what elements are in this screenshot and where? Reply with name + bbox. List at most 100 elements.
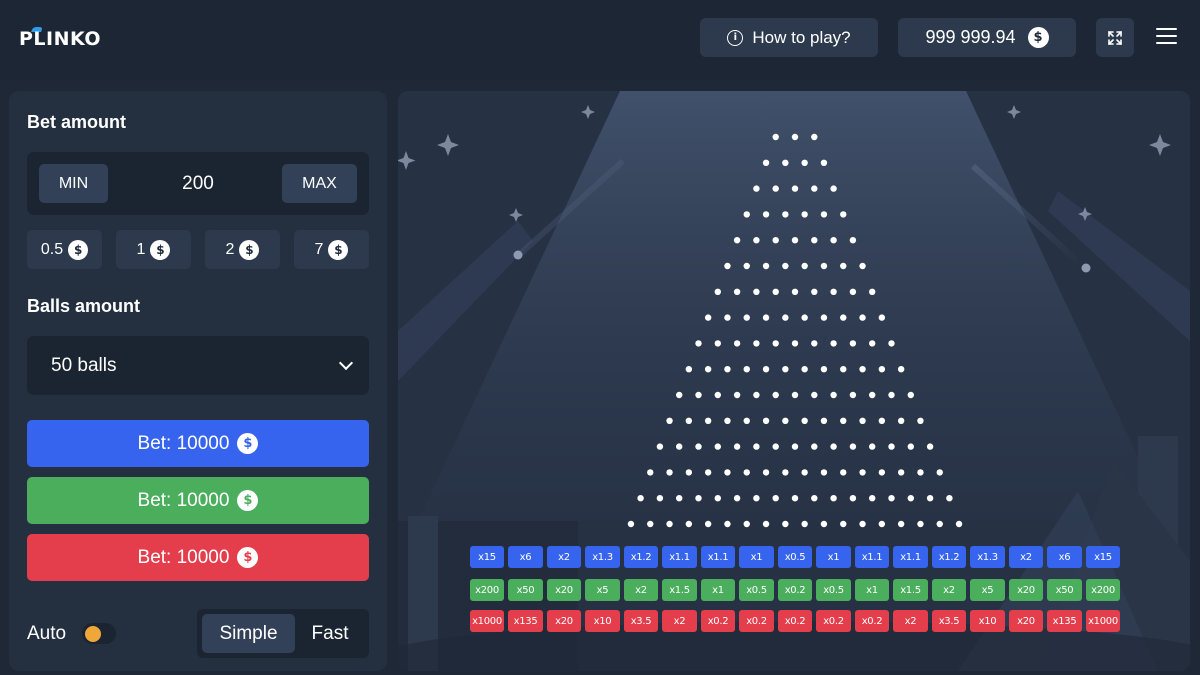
auto-label: Auto xyxy=(27,623,67,644)
peg xyxy=(656,495,664,502)
peg xyxy=(859,469,866,476)
peg xyxy=(811,391,818,399)
multiplier-slot-green: x20 xyxy=(546,579,582,601)
multiplier-slot-green: x1 xyxy=(700,579,736,601)
peg xyxy=(859,417,866,424)
peg xyxy=(733,495,741,502)
peg xyxy=(859,314,866,321)
coin-icon: $ xyxy=(68,239,89,260)
peg xyxy=(888,495,895,502)
peg xyxy=(762,314,770,321)
bet-amount-input[interactable] xyxy=(137,164,259,203)
multiplier-slot-red: x2 xyxy=(662,610,697,632)
chip-button-1[interactable]: 1 $ xyxy=(116,230,191,269)
peg xyxy=(724,366,731,373)
peg xyxy=(878,314,886,321)
peg xyxy=(782,159,789,166)
peg xyxy=(676,443,683,450)
bet-amount-control: MIN MAX xyxy=(27,152,369,215)
peg xyxy=(762,469,770,476)
peg xyxy=(733,391,741,399)
peg xyxy=(791,495,799,502)
peg xyxy=(714,443,721,450)
peg xyxy=(762,366,770,373)
bet-green-button[interactable]: Bet: 10000 $ xyxy=(27,477,369,524)
peg xyxy=(724,520,731,528)
multiplier-slot-blue: x1.1 xyxy=(662,546,697,568)
how-to-play-button[interactable]: i How to play? xyxy=(700,18,878,57)
multiplier-slot-green: x20 xyxy=(1008,579,1044,601)
chip-value: 1 xyxy=(136,240,146,258)
multiplier-slot-blue: x1.1 xyxy=(854,546,890,568)
mode-simple-option[interactable]: Simple xyxy=(202,614,295,653)
multiplier-slot-green: x0.5 xyxy=(816,579,851,601)
chip-button-3[interactable]: 7 $ xyxy=(294,230,369,269)
max-button[interactable]: MAX xyxy=(282,164,357,203)
fullscreen-button[interactable] xyxy=(1096,18,1134,57)
peg xyxy=(753,340,760,347)
peg xyxy=(695,443,702,450)
mode-fast-option[interactable]: Fast xyxy=(295,614,365,653)
peg xyxy=(782,417,789,424)
peg xyxy=(811,495,818,502)
peg xyxy=(762,520,770,528)
multiplier-slot-blue: x1.3 xyxy=(970,546,1005,568)
balls-amount-select[interactable]: 50 balls xyxy=(27,336,369,395)
multiplier-slot-green: x5 xyxy=(585,579,620,601)
multiplier-slot-red: x135 xyxy=(508,610,543,632)
chip-value: 7 xyxy=(314,240,324,258)
peg xyxy=(733,288,741,295)
peg xyxy=(849,391,857,399)
peg xyxy=(830,185,837,192)
peg xyxy=(897,520,905,528)
peg xyxy=(878,469,886,476)
auto-toggle[interactable] xyxy=(82,623,116,644)
menu-button[interactable] xyxy=(1156,27,1178,45)
min-button[interactable]: MIN xyxy=(39,164,108,203)
bet-blue-button[interactable]: Bet: 10000 $ xyxy=(27,420,369,467)
chip-button-0[interactable]: 0.5 $ xyxy=(27,230,102,269)
coin-icon: $ xyxy=(328,239,349,260)
peg xyxy=(772,133,779,141)
peg xyxy=(685,417,693,424)
peg xyxy=(888,340,895,347)
peg xyxy=(762,159,770,166)
multiplier-slot-green: x2 xyxy=(931,579,967,601)
peg xyxy=(743,520,750,528)
peg xyxy=(888,391,895,399)
how-to-play-label: How to play? xyxy=(752,27,851,47)
peg xyxy=(762,417,770,424)
peg xyxy=(704,366,712,373)
peg xyxy=(820,520,828,528)
peg xyxy=(743,417,750,424)
bet-button-label: Bet: 10000 xyxy=(137,432,230,454)
peg xyxy=(840,520,847,528)
chip-button-2[interactable]: 2 $ xyxy=(205,230,280,269)
multiplier-slot-red: x10 xyxy=(585,610,620,632)
peg xyxy=(820,314,828,321)
balls-selected-value: 50 balls xyxy=(51,355,117,376)
peg xyxy=(753,495,760,502)
peg xyxy=(753,237,760,244)
peg xyxy=(955,520,963,528)
bet-red-button[interactable]: Bet: 10000 $ xyxy=(27,534,369,581)
peg xyxy=(733,443,741,450)
peg xyxy=(627,520,635,528)
peg xyxy=(704,520,712,528)
peg xyxy=(782,211,789,218)
peg xyxy=(772,237,779,244)
multiplier-slot-blue: x0.5 xyxy=(777,546,813,568)
peg xyxy=(888,443,895,450)
peg xyxy=(772,340,779,347)
peg xyxy=(840,211,847,218)
peg xyxy=(840,469,847,476)
peg xyxy=(869,391,876,399)
peg xyxy=(811,133,818,141)
peg xyxy=(743,314,750,321)
peg xyxy=(743,469,750,476)
info-icon: i xyxy=(727,29,744,46)
multiplier-slot-blue: x1.2 xyxy=(931,546,967,568)
peg xyxy=(753,443,760,450)
multiplier-slot-green: x50 xyxy=(508,579,543,601)
multiplier-slot-green: x200 xyxy=(469,579,505,601)
